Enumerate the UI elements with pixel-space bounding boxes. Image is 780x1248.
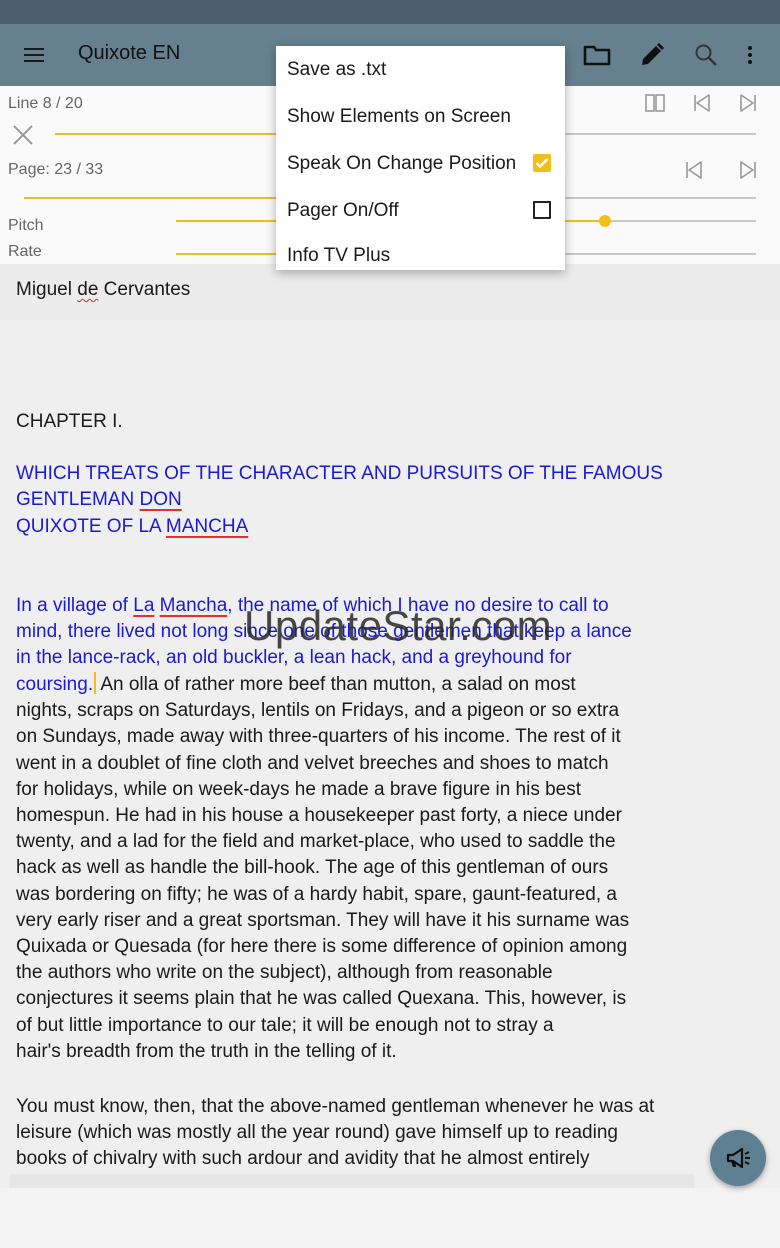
skip-next-icon [740, 161, 756, 179]
edit-button[interactable] [632, 36, 672, 74]
paragraph-line: for holidays, while on week-days he made… [16, 778, 582, 800]
menu-icon [24, 48, 44, 62]
paragraph-line: hack as well as handle the bill-hook. Th… [16, 857, 609, 879]
line-position-label: Line 8 / 20 [8, 95, 83, 112]
overflow-menu: Save as .txt Show Elements on Screen Spe… [276, 46, 565, 270]
open-folder-button[interactable] [577, 36, 617, 74]
author-line: Miguel de Cervantes [16, 279, 191, 300]
skip-previous-icon [694, 94, 710, 112]
menu-item-label: Pager On/Off [287, 199, 399, 221]
paragraph-line: of but little importance to our tale; it… [16, 1014, 554, 1036]
chapter-heading-line-3: QUIXOTE OF LA MANCHA [16, 516, 249, 537]
skip-next-icon [740, 94, 756, 112]
close-icon [13, 125, 33, 145]
pitch-slider-thumb[interactable] [599, 215, 612, 227]
rate-label: Rate [8, 243, 42, 260]
paragraph-line: books of chivalry with such ardour and a… [16, 1148, 590, 1170]
paragraph-line: the authors who write on the subject), a… [16, 962, 553, 984]
more-vert-icon [748, 46, 752, 64]
paragraph-line: went in a doublet of fine cloth and velv… [16, 752, 609, 774]
watermark: UpdateStar.com [244, 602, 553, 649]
paragraph-line: You must know, then, that the above-name… [16, 1096, 655, 1117]
pencil-icon [642, 43, 664, 65]
paragraph-line: was bordering on fifty; he was of a hard… [16, 883, 617, 905]
stop-button[interactable] [10, 122, 36, 148]
skip-previous-icon [686, 161, 702, 179]
folder-icon [583, 45, 611, 66]
menu-item-save-txt[interactable]: Save as .txt [276, 46, 565, 93]
speak-fab-button[interactable] [710, 1130, 766, 1186]
paragraph-line: twenty, and a lad for the field and mark… [16, 831, 616, 853]
bottom-area [0, 1188, 780, 1248]
split-view-icon [645, 94, 665, 112]
status-bar [0, 0, 780, 24]
paragraph-line: nights, scraps on Saturdays, lentils on … [16, 700, 620, 722]
menu-button[interactable] [14, 36, 54, 74]
paragraph-line: conjectures it seems plain that he was c… [16, 988, 627, 1010]
document-text-view[interactable]: Miguel de Cervantes CHAPTER I. WHICH TRE… [0, 264, 780, 1188]
paragraph-line: leisure (which was mostly all the year r… [16, 1122, 618, 1144]
chapter-heading-line-1: WHICH TREATS OF THE CHARACTER AND PURSUI… [16, 463, 663, 484]
bottom-strip [10, 1174, 694, 1188]
split-view-button[interactable] [642, 90, 668, 116]
megaphone-icon [726, 1147, 750, 1169]
check-icon [535, 158, 549, 169]
line-previous-button[interactable] [689, 90, 715, 116]
paragraph-line: on Sundays, made away with three-quarter… [16, 726, 621, 748]
page-position-label: Page: 23 / 33 [8, 161, 104, 178]
menu-item-label: Save as .txt [287, 58, 387, 80]
paragraph-line: homespun. He had in his house a housekee… [16, 805, 622, 826]
page-previous-button[interactable] [681, 157, 707, 183]
paragraph-line: Quixada or Quesada (for here there is so… [16, 936, 628, 957]
menu-item-info-tv-plus[interactable]: Info TV Plus [276, 232, 565, 279]
menu-item-label: Info TV Plus [287, 244, 391, 266]
menu-item-label: Speak On Change Position [287, 152, 517, 174]
paragraph-line: hair's breadth from the truth in the tel… [16, 1040, 397, 1062]
more-options-button[interactable] [730, 36, 770, 74]
pitch-label: Pitch [8, 217, 44, 234]
speak-on-change-checkbox[interactable] [533, 154, 551, 172]
menu-item-pager[interactable]: Pager On/Off [276, 187, 565, 234]
line-next-button[interactable] [735, 90, 761, 116]
chapter-title: CHAPTER I. [16, 411, 123, 432]
app-title: Quixote EN [78, 42, 181, 64]
pager-checkbox[interactable] [533, 201, 551, 219]
paragraph-line: very early riser and a great sportsman. … [16, 909, 630, 931]
menu-item-speak-on-change[interactable]: Speak On Change Position [276, 140, 565, 187]
search-icon [695, 44, 717, 66]
search-button[interactable] [686, 36, 726, 74]
paragraph-line: coursing. An olla of rather more beef th… [16, 672, 576, 695]
menu-item-show-elements[interactable]: Show Elements on Screen [276, 93, 565, 140]
chapter-heading-line-2: GENTLEMAN DON [16, 489, 182, 510]
menu-item-label: Show Elements on Screen [287, 105, 511, 127]
page-next-button[interactable] [735, 157, 761, 183]
